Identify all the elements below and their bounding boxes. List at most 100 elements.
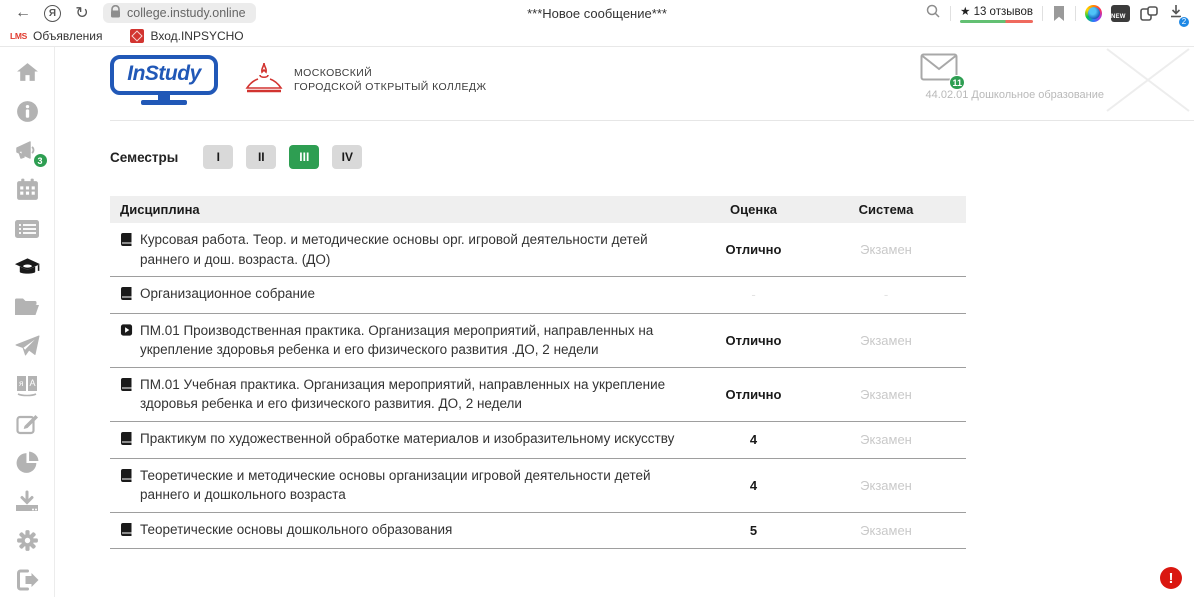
- table-row[interactable]: Практикум по художественной обработке ма…: [110, 422, 966, 459]
- search-icon[interactable]: [925, 3, 941, 24]
- college-emblem-icon: [244, 61, 284, 99]
- discipline-title: Теоретические и методические основы орга…: [140, 466, 691, 505]
- sidebar-item-downloads[interactable]: [14, 488, 41, 515]
- discipline-title: Практикум по художественной обработке ма…: [140, 429, 674, 451]
- book-icon: [120, 377, 133, 414]
- sidebar-item-announcements[interactable]: 3: [14, 137, 41, 164]
- semester-button-4[interactable]: IV: [332, 145, 362, 169]
- reviews-widget[interactable]: ★ 13 отзывов: [960, 4, 1033, 23]
- sidebar-nav: 3 яA: [0, 47, 55, 597]
- divider: [950, 6, 951, 21]
- sidebar-item-messages[interactable]: [14, 332, 41, 359]
- discipline-title: Теоретические основы дошкольного образов…: [140, 520, 452, 542]
- table-row[interactable]: Теоретические и методические основы орга…: [110, 459, 966, 513]
- site-header: InStudy МОСКОВСКИЙ ГОРОДСКОЙ ОТКРЫТЫЙ КО…: [110, 47, 1194, 121]
- college-name-line2: ГОРОДСКОЙ ОТКРЫТЫЙ КОЛЛЕДЖ: [294, 80, 487, 94]
- sidebar-item-home[interactable]: [14, 59, 41, 86]
- bookmark-announcements[interactable]: LMS Объявления: [10, 29, 102, 43]
- sidebar-item-grades[interactable]: [14, 254, 41, 281]
- table-row[interactable]: ПМ.01 Производственная практика. Организ…: [110, 314, 966, 368]
- semester-button-1[interactable]: I: [203, 145, 233, 169]
- logo-monitor-base: [141, 100, 187, 105]
- refresh-icon[interactable]: ↻: [69, 3, 95, 23]
- table-header: Дисциплина Оценка Система: [110, 196, 966, 223]
- sidebar-item-info[interactable]: [14, 98, 41, 125]
- sidebar-item-settings[interactable]: [14, 527, 41, 554]
- system-value: Экзамен: [816, 242, 956, 257]
- lms-favicon: LMS: [10, 31, 27, 41]
- reviews-rating-bar: [960, 20, 1033, 23]
- sidebar-item-logout[interactable]: [14, 566, 41, 593]
- system-value: Экзамен: [816, 387, 956, 402]
- mail-badge: 11: [949, 75, 965, 90]
- lock-icon: [110, 5, 121, 21]
- downloads-badge: 2: [1178, 16, 1190, 28]
- semesters-label: Семестры: [110, 150, 178, 165]
- extension-new-icon[interactable]: NEW: [1111, 5, 1130, 22]
- browser-logo-icon[interactable]: Я: [44, 5, 61, 22]
- divider: [1042, 6, 1043, 21]
- sidebar-item-calendar[interactable]: [14, 176, 41, 203]
- instudy-logo-text: InStudy: [110, 55, 218, 95]
- browser-toolbar: ← Я ↻ college.instudy.online ***Новое со…: [0, 0, 1194, 26]
- sidebar-item-dictionary[interactable]: яA: [14, 371, 41, 398]
- play-icon: [120, 323, 133, 360]
- svg-text:A: A: [30, 378, 36, 388]
- sidebar-item-schedule[interactable]: [14, 215, 41, 242]
- divider: [1075, 6, 1076, 21]
- book-icon: [120, 286, 133, 306]
- discipline-title: ПМ.01 Учебная практика. Организация меро…: [140, 375, 691, 414]
- inpsycho-favicon: [130, 29, 144, 43]
- instudy-logo[interactable]: InStudy: [110, 55, 218, 105]
- semester-switcher: Семестры I II III IV: [110, 145, 1194, 169]
- column-grade: Оценка: [691, 202, 816, 217]
- table-row[interactable]: Теоретические основы дошкольного образов…: [110, 513, 966, 550]
- sidebar-item-files[interactable]: [14, 293, 41, 320]
- column-system: Система: [816, 202, 956, 217]
- downloads-icon[interactable]: 2: [1168, 3, 1184, 24]
- grade-value: 4: [691, 432, 816, 447]
- grade-value: 4: [691, 478, 816, 493]
- address-bar[interactable]: college.instudy.online: [103, 3, 256, 23]
- discipline-title: Курсовая работа. Теор. и методические ос…: [140, 230, 691, 269]
- book-icon: [120, 522, 133, 542]
- college-name: МОСКОВСКИЙ ГОРОДСКОЙ ОТКРЫТЫЙ КОЛЛЕДЖ: [294, 66, 487, 94]
- college-logo: МОСКОВСКИЙ ГОРОДСКОЙ ОТКРЫТЫЙ КОЛЛЕДЖ: [244, 61, 487, 99]
- book-icon: [120, 468, 133, 505]
- sidebar-item-assignments[interactable]: [14, 410, 41, 437]
- system-value: Экзамен: [816, 333, 956, 348]
- column-discipline: Дисциплина: [120, 202, 691, 217]
- new-badge: NEW: [1111, 14, 1126, 20]
- mail-icon[interactable]: 11: [920, 53, 958, 86]
- url-text: college.instudy.online: [127, 6, 246, 20]
- app-window: 3 яA: [0, 47, 1194, 597]
- grades-table: Дисциплина Оценка Система Курсовая работ…: [110, 196, 966, 549]
- extension-circle-icon[interactable]: [1085, 5, 1102, 22]
- reviews-label: ★ 13 отзывов: [960, 4, 1033, 18]
- table-row[interactable]: ПМ.01 Учебная практика. Организация меро…: [110, 368, 966, 422]
- system-value: -: [816, 287, 956, 302]
- grade-value: 5: [691, 523, 816, 538]
- discipline-title: ПМ.01 Производственная практика. Организ…: [140, 321, 691, 360]
- grade-value: -: [691, 287, 816, 302]
- grade-value: Отлично: [691, 333, 816, 348]
- semester-button-2[interactable]: II: [246, 145, 276, 169]
- extension-boxes-icon[interactable]: [1139, 5, 1159, 22]
- grade-value: Отлично: [691, 387, 816, 402]
- semester-button-3[interactable]: III: [289, 145, 319, 169]
- avatar-placeholder-icon[interactable]: [1099, 47, 1194, 113]
- alert-icon[interactable]: !: [1160, 567, 1182, 589]
- bookmark-inpsycho[interactable]: Вход.INPSYCHO: [130, 29, 243, 43]
- svg-text:я: я: [19, 379, 23, 388]
- system-value: Экзамен: [816, 478, 956, 493]
- bookmark-flag-icon[interactable]: [1052, 5, 1066, 22]
- bookmarks-bar: LMS Объявления Вход.INPSYCHO: [0, 26, 1194, 47]
- back-icon[interactable]: ←: [10, 4, 36, 22]
- program-label: 44.02.01 Дошкольное образование: [926, 89, 1104, 101]
- sidebar-item-statistics[interactable]: [14, 449, 41, 476]
- table-row[interactable]: Курсовая работа. Теор. и методические ос…: [110, 223, 966, 277]
- table-row[interactable]: Организационное собрание - -: [110, 277, 966, 314]
- college-name-line1: МОСКОВСКИЙ: [294, 66, 487, 80]
- grade-value: Отлично: [691, 242, 816, 257]
- book-icon: [120, 431, 133, 451]
